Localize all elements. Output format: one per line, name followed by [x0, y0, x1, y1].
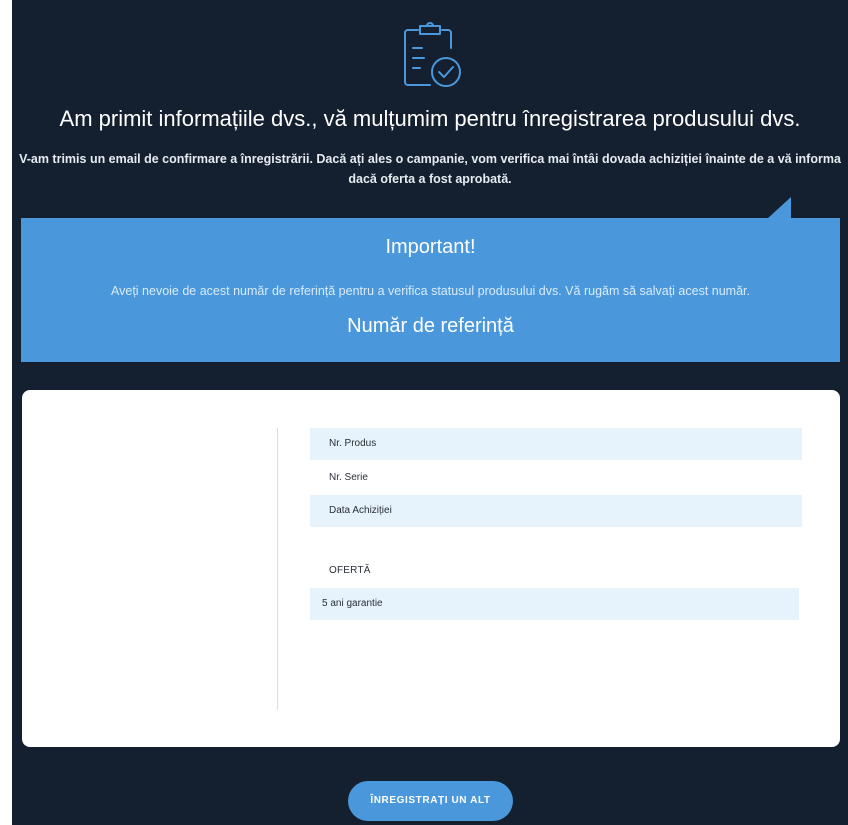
- important-title: Important!: [385, 236, 476, 258]
- confirmation-subtext: V-am trimis un email de confirmare a înr…: [19, 152, 841, 186]
- clipboard-check-icon: [396, 20, 468, 90]
- important-text: Aveți nevoie de acest număr de referință…: [111, 284, 750, 298]
- product-details-card: Nr. Produs Nr. Serie Data Achiziției OFE…: [22, 390, 840, 747]
- product-number-row: Nr. Produs: [310, 428, 802, 460]
- serial-number-row: Nr. Serie: [310, 462, 802, 494]
- card-divider: [277, 428, 278, 710]
- purchase-date-row: Data Achiziției: [310, 495, 802, 527]
- offer-row: 5 ani garantie: [310, 588, 799, 620]
- reference-number-label: Număr de referință: [347, 315, 514, 337]
- callout-notch: [767, 197, 791, 219]
- confirmation-page: Am primit informațiile dvs., vă mulțumim…: [12, 0, 848, 825]
- purchase-date-label: Data Achiziției: [329, 505, 392, 516]
- offer-value: 5 ani garantie: [322, 598, 383, 609]
- confirmation-heading: Am primit informațiile dvs., vă mulțumim…: [59, 106, 801, 131]
- product-number-label: Nr. Produs: [329, 438, 377, 449]
- serial-number-label: Nr. Serie: [329, 472, 368, 483]
- register-another-product-button[interactable]: ÎNREGISTRAȚI UN ALT PRODUS: [348, 781, 513, 821]
- important-notice: Important! Aveți nevoie de acest număr d…: [21, 218, 840, 362]
- offer-label: OFERTĂ: [329, 565, 371, 576]
